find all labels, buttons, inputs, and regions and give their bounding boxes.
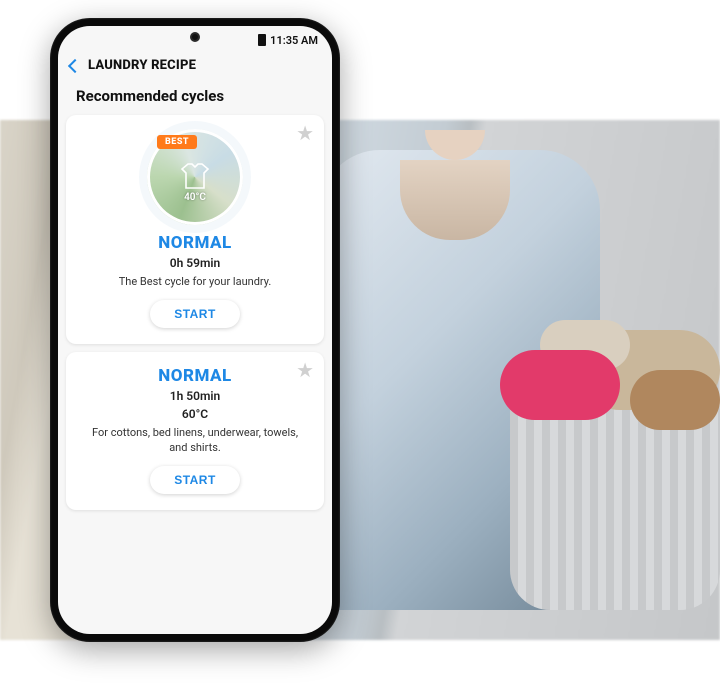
shirt-icon xyxy=(178,162,212,192)
cycle-image: BEST 40°C xyxy=(147,129,243,225)
app-bar: LAUNDRY RECIPE xyxy=(58,54,332,81)
cycle-name: NORMAL xyxy=(82,366,308,386)
cycle-duration: 0h 59min xyxy=(82,255,308,271)
cycle-description: For cottons, bed linens, underwear, towe… xyxy=(82,426,308,456)
cycle-temperature: 60°C xyxy=(82,406,308,422)
start-button[interactable]: START xyxy=(150,466,240,494)
cycle-card-best: ★ BEST 40°C NORMAL 0h 59min The Best cyc… xyxy=(66,115,324,344)
front-camera xyxy=(190,32,200,42)
back-icon[interactable] xyxy=(68,58,82,72)
section-title: Recommended cycles xyxy=(58,81,332,115)
cycle-icon-temp: 40°C xyxy=(184,192,206,203)
battery-icon xyxy=(258,34,266,46)
phone-frame: 11:35 AM LAUNDRY RECIPE Recommended cycl… xyxy=(50,18,340,642)
best-badge: BEST xyxy=(157,135,197,149)
appbar-title: LAUNDRY RECIPE xyxy=(88,58,196,73)
phone-screen: 11:35 AM LAUNDRY RECIPE Recommended cycl… xyxy=(58,26,332,634)
cycle-duration: 1h 50min xyxy=(82,388,308,404)
start-button[interactable]: START xyxy=(150,300,240,328)
favorite-star-icon[interactable]: ★ xyxy=(296,360,314,380)
cycle-name: NORMAL xyxy=(82,233,308,253)
status-time: 11:35 AM xyxy=(270,34,318,47)
cycle-card: ★ NORMAL 1h 50min 60°C For cottons, bed … xyxy=(66,352,324,510)
favorite-star-icon[interactable]: ★ xyxy=(296,123,314,143)
laundry-pile xyxy=(480,320,720,430)
cycle-description: The Best cycle for your laundry. xyxy=(82,275,308,290)
